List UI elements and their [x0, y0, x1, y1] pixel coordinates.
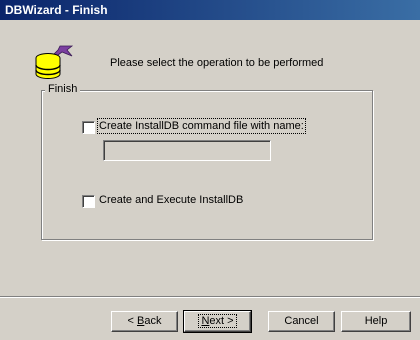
create-command-file-checkbox[interactable] — [82, 121, 95, 134]
next-button[interactable]: Next > — [183, 310, 252, 333]
title-bar: DBWizard - Finish — [0, 0, 420, 20]
help-button[interactable]: Help — [341, 311, 411, 332]
command-file-name-input[interactable] — [103, 140, 271, 161]
back-button[interactable]: < Back — [111, 311, 178, 332]
cancel-button[interactable]: Cancel — [268, 311, 335, 332]
groupbox-label: Finish — [45, 83, 81, 95]
create-execute-installdb-checkbox[interactable] — [82, 195, 95, 208]
button-separator — [0, 296, 420, 298]
create-execute-installdb-label[interactable]: Create and Execute InstallDB — [99, 194, 243, 206]
window-title: DBWizard - Finish — [5, 3, 108, 17]
finish-groupbox — [41, 90, 373, 240]
instruction-text: Please select the operation to be perfor… — [110, 57, 324, 69]
wizard-database-icon — [35, 45, 74, 79]
create-command-file-label[interactable]: Create InstallDB command file with name: — [97, 118, 306, 134]
